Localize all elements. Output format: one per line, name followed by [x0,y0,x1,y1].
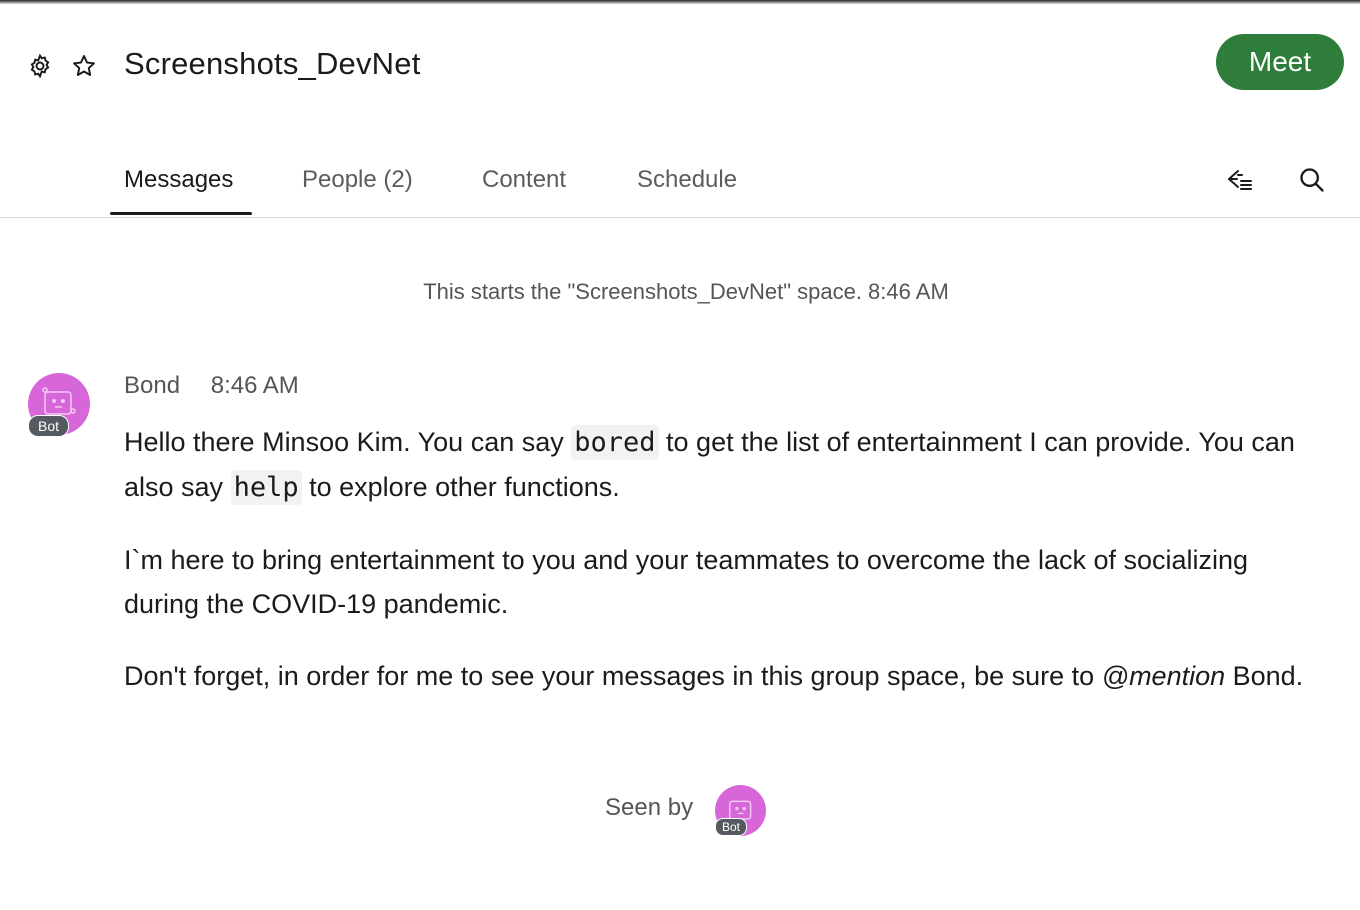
message-paragraph: Hello there Minsoo Kim. You can say bore… [124,420,1324,510]
space-start-notice: This starts the "Screenshots_DevNet" spa… [423,279,949,304]
message-paragraph: Don't forget, in order for me to see you… [124,654,1324,698]
tab-schedule[interactable]: Schedule [637,166,737,194]
tab-messages[interactable]: Messages [124,166,233,194]
gear-icon[interactable] [26,52,54,80]
text: to explore other functions. [301,472,620,502]
message-paragraph: I`m here to bring entertainment to you a… [124,545,1249,619]
bot-badge: Bot [28,415,70,437]
mention-text: @mention [1101,661,1226,691]
search-icon[interactable] [1296,164,1328,196]
avatar[interactable]: Bot [28,373,92,437]
inline-code: help [230,470,302,505]
text: Bond. [1225,661,1304,691]
meet-button[interactable]: Meet [1216,34,1344,90]
space-tabs: Messages People (2) Content Schedule [0,150,1360,218]
space-title: Screenshots_DevNet [124,46,421,81]
space-header: Screenshots_DevNet Meet [0,0,1360,120]
text: Don't forget, in order for me to see you… [124,661,1102,691]
sender-name[interactable]: Bond [124,372,180,399]
active-tab-indicator [110,212,252,215]
message-body: Hello there Minsoo Kim. You can say bore… [124,420,1324,726]
inline-code: bored [571,425,659,460]
star-icon[interactable] [70,52,98,80]
tab-content[interactable]: Content [482,166,566,194]
bot-badge: Bot [715,818,748,836]
message-time: 8:46 AM [210,372,299,399]
text: Hello there Minsoo Kim. You can say [124,427,572,457]
seen-by-label: Seen by [605,794,694,821]
message-header: Bond 8:46 AM [124,372,299,400]
threads-icon[interactable] [1224,164,1256,196]
tab-people[interactable]: People (2) [302,166,413,194]
seen-by-avatar[interactable]: Bot [715,785,767,837]
